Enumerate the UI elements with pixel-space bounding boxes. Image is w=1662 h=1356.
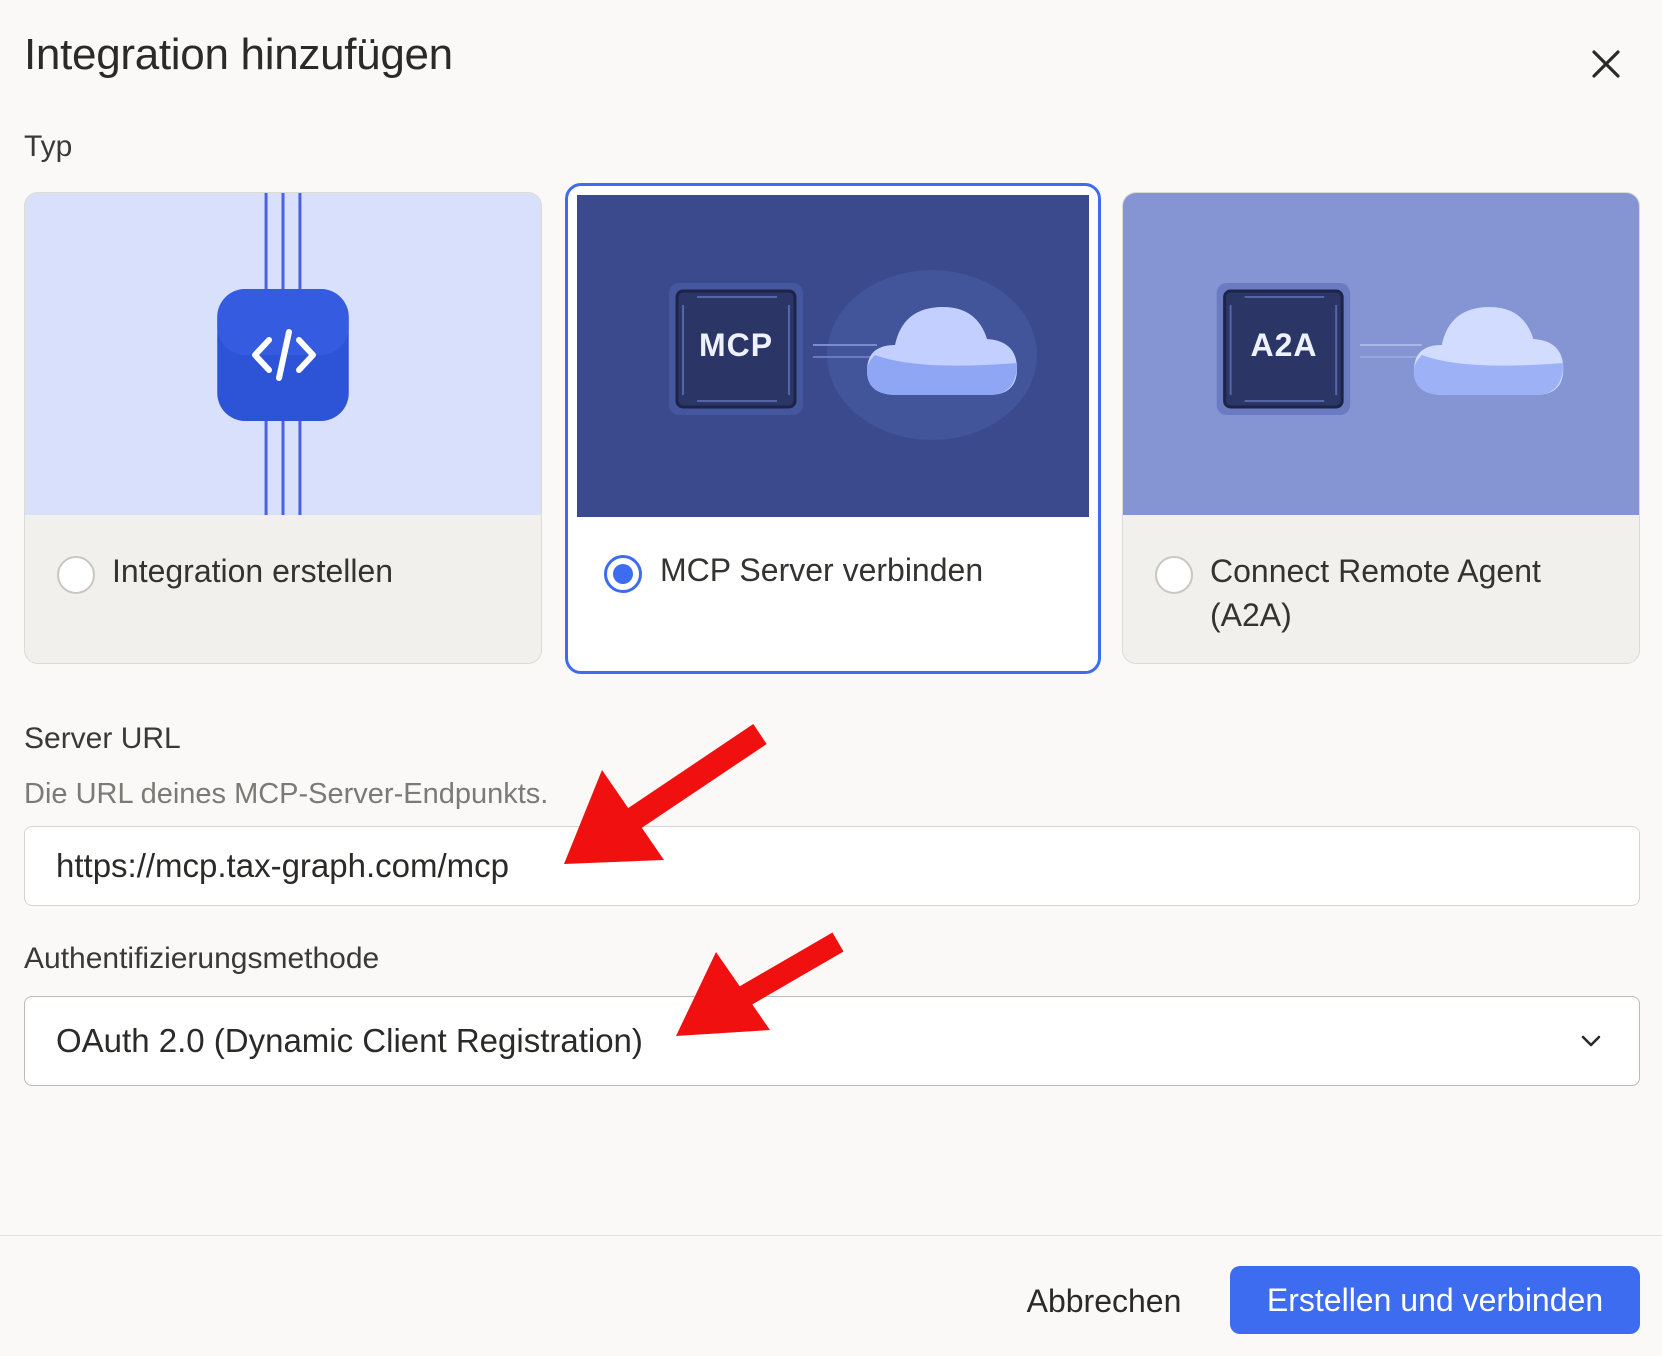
card-mcp-server-verbinden[interactable]: MCP MCP Server verbinden: [565, 183, 1101, 674]
chip-cloud-icon: [1123, 193, 1639, 515]
type-label: Typ: [24, 130, 73, 163]
radio-mcp-server-verbinden[interactable]: [604, 555, 642, 593]
server-url-hint: Die URL deines MCP-Server-Endpunkts.: [24, 778, 549, 810]
server-url-label: Server URL: [24, 722, 181, 755]
chip-label: A2A: [1250, 327, 1318, 363]
card-art: A2A: [1123, 193, 1639, 515]
chip-cloud-icon: [577, 195, 1089, 517]
dialog-title: Integration hinzufügen: [24, 30, 453, 79]
server-url-input[interactable]: https://mcp.tax-graph.com/mcp: [24, 826, 1640, 906]
card-art: MCP: [577, 195, 1089, 517]
radio-connect-remote-agent[interactable]: [1155, 556, 1193, 594]
chevron-down-icon: [1581, 1035, 1601, 1047]
cancel-button[interactable]: Abbrechen: [1000, 1268, 1208, 1334]
auth-method-label: Authentifizierungsmethode: [24, 942, 380, 975]
card-label: Integration erstellen: [112, 553, 394, 589]
create-and-connect-button[interactable]: Erstellen und verbinden: [1230, 1266, 1640, 1334]
footer-divider: [0, 1235, 1662, 1236]
chip-label: MCP: [698, 327, 774, 363]
close-icon: [1592, 50, 1620, 78]
card-integration-erstellen[interactable]: Integration erstellen: [24, 192, 542, 664]
card-label: Connect Remote Agent (A2A): [1210, 553, 1541, 633]
auth-method-value: OAuth 2.0 (Dynamic Client Registration): [56, 1022, 643, 1059]
close-button[interactable]: [1578, 36, 1634, 92]
card-label: MCP Server verbinden: [660, 552, 984, 588]
card-connect-remote-agent[interactable]: A2A Connect Remote Agent (A2A): [1122, 192, 1640, 664]
card-art: [25, 193, 541, 515]
code-icon: [252, 329, 316, 381]
auth-method-select[interactable]: OAuth 2.0 (Dynamic Client Registration): [24, 996, 1640, 1086]
radio-integration-erstellen[interactable]: [57, 556, 95, 594]
